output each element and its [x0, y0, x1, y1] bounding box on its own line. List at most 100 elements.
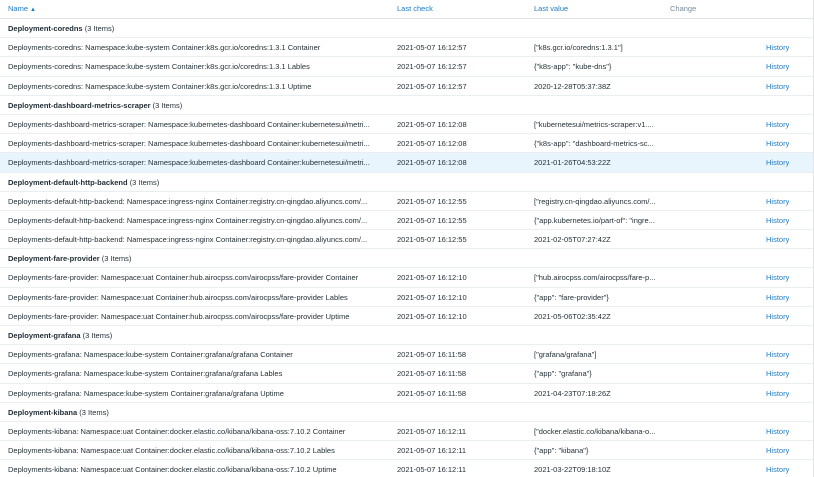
history-link[interactable]: History: [766, 273, 789, 282]
item-name: Deployments-fare-provider: Namespace:uat…: [8, 311, 350, 321]
last-check: 2021-05-07 16:11:58: [397, 369, 467, 379]
history-link[interactable]: History: [766, 389, 789, 398]
table-row[interactable]: Deployments-dashboard-metrics-scraper: N…: [0, 153, 814, 173]
item-name: Deployments-dashboard-metrics-scraper: N…: [8, 139, 370, 149]
last-value: 2021-03-22T09:18:10Z: [534, 465, 611, 475]
table-row[interactable]: Deployments-kibana: Namespace:uat Contai…: [0, 422, 814, 442]
table-row[interactable]: Deployments-default-http-backend: Namesp…: [0, 230, 814, 250]
group-row[interactable]: Deployment-dashboard-metrics-scraper (3 …: [0, 96, 814, 115]
item-name: Deployments-dashboard-metrics-scraper: N…: [8, 119, 370, 129]
history-link[interactable]: History: [766, 369, 789, 378]
last-check: 2021-05-07 16:12:55: [397, 235, 467, 245]
group-row[interactable]: Deployment-default-http-backend (3 Items…: [0, 173, 814, 192]
item-name: Deployments-coredns: Namespace:kube-syst…: [8, 81, 312, 91]
last-value: ["grafana/grafana"]: [534, 350, 597, 360]
group-item-count: (3 Items): [101, 254, 132, 264]
last-value: {"app": "kibana"}: [534, 446, 589, 456]
history-link[interactable]: History: [766, 158, 789, 167]
last-check: 2021-05-07 16:12:57: [397, 62, 467, 72]
group-row[interactable]: Deployment-kibana (3 Items): [0, 403, 814, 422]
item-name: Deployments-default-http-backend: Namesp…: [8, 215, 368, 225]
last-check: 2021-05-07 16:12:55: [397, 196, 467, 206]
table-header: Name ▲ Last check Last value Change: [0, 0, 814, 19]
column-header-last-value[interactable]: Last value: [534, 4, 568, 13]
table-body: Deployment-coredns (3 Items) Deployments-…: [0, 19, 814, 477]
item-name: Deployments-grafana: Namespace:kube-syst…: [8, 388, 284, 398]
history-link[interactable]: History: [766, 62, 789, 71]
table-row[interactable]: Deployments-kibana: Namespace:uat Contai…: [0, 441, 814, 461]
group-row[interactable]: Deployment-grafana (3 Items): [0, 326, 814, 346]
last-check: 2021-05-07 16:12:08: [397, 139, 467, 149]
table-row[interactable]: Deployments-grafana: Namespace:kube-syst…: [0, 384, 814, 403]
last-check: 2021-05-07 16:12:55: [397, 215, 467, 225]
history-link[interactable]: History: [766, 235, 789, 244]
group-row[interactable]: Deployment-fare-provider (3 Items): [0, 249, 814, 269]
group-title: Deployment-fare-provider (3 Items): [8, 254, 388, 263]
last-check: 2021-05-07 16:12:57: [397, 43, 467, 53]
latest-data-table: Name ▲ Last check Last value Change Deplo…: [0, 0, 814, 477]
last-value: 2021-05-06T02:35:42Z: [534, 311, 611, 321]
group-title: Deployment-coredns (3 Items): [8, 24, 388, 33]
history-link[interactable]: History: [766, 43, 789, 52]
item-name: Deployments-coredns: Namespace:kube-syst…: [8, 43, 321, 53]
table-row[interactable]: Deployments-fare-provider: Namespace:uat…: [0, 307, 814, 326]
table-row[interactable]: Deployments-default-http-backend: Namesp…: [0, 192, 814, 211]
last-value: ["docker.elastic.co/kibana/kibana-o...: [534, 426, 656, 436]
history-link[interactable]: History: [766, 139, 789, 148]
item-name: Deployments-default-http-backend: Namesp…: [8, 235, 368, 245]
item-name: Deployments-kibana: Namespace:uat Contai…: [8, 426, 346, 436]
table-row[interactable]: Deployments-grafana: Namespace:kube-syst…: [0, 364, 814, 384]
group-name: Deployment-kibana: [8, 407, 78, 417]
group-title: Deployment-default-http-backend (3 Items…: [8, 178, 388, 187]
history-link[interactable]: History: [766, 427, 789, 436]
last-value: ["registry.cn-qingdao.aliyuncs.com/...: [534, 196, 656, 206]
group-title: Deployment-kibana (3 Items): [8, 408, 388, 417]
last-check: 2021-05-07 16:12:11: [397, 446, 467, 456]
last-check: 2021-05-07 16:11:58: [397, 350, 467, 360]
last-check: 2021-05-07 16:12:10: [397, 273, 467, 283]
item-name: Deployments-default-http-backend: Namesp…: [8, 196, 368, 206]
last-value: 2021-01-26T04:53:22Z: [534, 158, 611, 168]
last-check: 2021-05-07 16:12:08: [397, 158, 467, 168]
last-check: 2021-05-07 16:12:10: [397, 311, 467, 321]
table-row[interactable]: Deployments-kibana: Namespace:uat Contai…: [0, 460, 814, 477]
history-link[interactable]: History: [766, 197, 789, 206]
group-item-count: (3 Items): [79, 407, 109, 417]
last-check: 2021-05-07 16:12:10: [397, 292, 467, 302]
last-check: 2021-05-07 16:11:58: [397, 388, 467, 398]
history-link[interactable]: History: [766, 216, 789, 225]
column-header-name[interactable]: Name ▲: [8, 4, 36, 13]
history-link[interactable]: History: [766, 293, 789, 302]
table-row[interactable]: Deployments-default-http-backend: Namesp…: [0, 211, 814, 231]
column-header-last-check[interactable]: Last check: [397, 4, 433, 13]
last-value: ["kubernetesui/metrics-scraper:v1....: [534, 119, 654, 129]
history-link[interactable]: History: [766, 82, 789, 91]
table-row[interactable]: Deployments-coredns: Namespace:kube-syst…: [0, 38, 814, 58]
table-row[interactable]: Deployments-coredns: Namespace:kube-syst…: [0, 57, 814, 77]
group-item-count: (3 Items): [129, 177, 160, 187]
table-row[interactable]: Deployments-dashboard-metrics-scraper: N…: [0, 134, 814, 154]
group-title: Deployment-dashboard-metrics-scraper (3 …: [8, 101, 388, 110]
history-link[interactable]: History: [766, 465, 789, 474]
item-name: Deployments-grafana: Namespace:kube-syst…: [8, 369, 283, 379]
last-value: 2021-02-05T07:27:42Z: [534, 235, 611, 245]
table-row[interactable]: Deployments-fare-provider: Namespace:uat…: [0, 288, 814, 307]
item-name: Deployments-dashboard-metrics-scraper: N…: [8, 158, 370, 168]
group-title: Deployment-grafana (3 Items): [8, 331, 388, 340]
table-row[interactable]: Deployments-dashboard-metrics-scraper: N…: [0, 115, 814, 135]
table-row[interactable]: Deployments-coredns: Namespace:kube-syst…: [0, 77, 814, 96]
last-value: {"app.kubernetes.io/part-of": "ingre...: [534, 215, 655, 225]
history-link[interactable]: History: [766, 312, 789, 321]
table-row[interactable]: Deployments-grafana: Namespace:kube-syst…: [0, 345, 814, 365]
last-check: 2021-05-07 16:12:11: [397, 465, 467, 475]
group-name: Deployment-fare-provider: [8, 254, 100, 264]
table-row[interactable]: Deployments-fare-provider: Namespace:uat…: [0, 268, 814, 288]
history-link[interactable]: History: [766, 350, 789, 359]
history-link[interactable]: History: [766, 446, 789, 455]
group-name: Deployment-dashboard-metrics-scraper: [8, 100, 151, 110]
history-link[interactable]: History: [766, 120, 789, 129]
group-row[interactable]: Deployment-coredns (3 Items): [0, 19, 814, 39]
group-item-count: (3 Items): [82, 331, 113, 340]
last-value: ["hub.airocpss.com/airocpss/fare-p...: [534, 273, 656, 283]
last-check: 2021-05-07 16:12:08: [397, 119, 467, 129]
